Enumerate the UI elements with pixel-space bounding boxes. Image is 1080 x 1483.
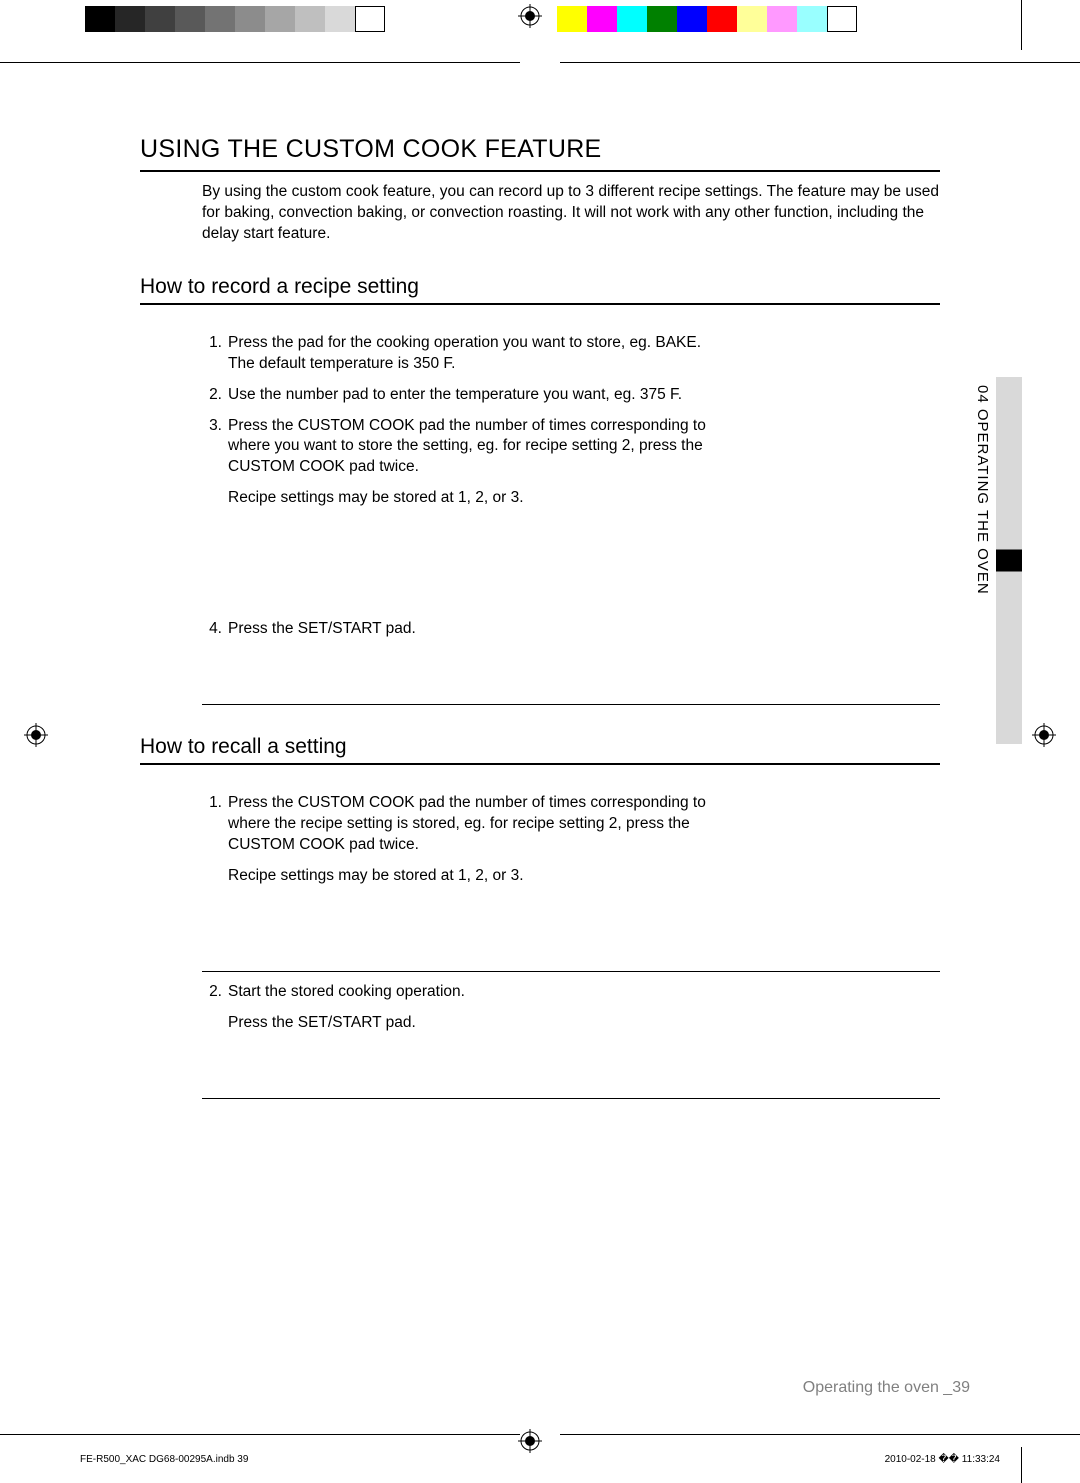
registration-mark-icon: [518, 1429, 542, 1459]
step-text: Press the pad for the cooking operation …: [228, 333, 708, 375]
section-tab-indicator: [996, 377, 1022, 744]
step-number: 2.: [202, 982, 228, 1003]
step-text: Use the number pad to enter the temperat…: [228, 385, 708, 406]
print-footer-left: FE-R500_XAC DG68-00295A.indb 39: [80, 1454, 248, 1465]
list-item: 4. Press the SET/START pad.: [202, 619, 940, 640]
registration-mark-icon: [1032, 723, 1056, 753]
print-footer-right: 2010-02-18 �� 11:33:24: [885, 1454, 1000, 1465]
crop-mark: [1021, 1447, 1022, 1483]
list-item: 3. Press the CUSTOM COOK pad the number …: [202, 416, 940, 479]
note-text: Recipe settings may be stored at 1, 2, o…: [228, 866, 940, 887]
color-calibration-left: [85, 6, 385, 32]
list-item: 1. Press the pad for the cooking operati…: [202, 333, 940, 375]
page-content: USING THE CUSTOM COOK FEATURE By using t…: [140, 135, 940, 1129]
list-item: 2. Start the stored cooking operation.: [202, 982, 940, 1003]
step-text: Press the CUSTOM COOK pad the number of …: [228, 793, 708, 856]
list-item: 2. Use the number pad to enter the tempe…: [202, 385, 940, 406]
main-heading: USING THE CUSTOM COOK FEATURE: [140, 135, 940, 172]
step-number: 1.: [202, 333, 228, 375]
section-record-body: 1. Press the pad for the cooking operati…: [202, 323, 940, 705]
step-number: 1.: [202, 793, 228, 856]
step-number: 3.: [202, 416, 228, 479]
color-calibration-right: [557, 6, 857, 32]
section-heading-record: How to record a recipe setting: [140, 275, 940, 305]
step-text: Press the SET/START pad.: [228, 619, 708, 640]
note-text: Recipe settings may be stored at 1, 2, o…: [228, 488, 940, 509]
step-number: 4.: [202, 619, 228, 640]
section-tab-label: 04 OPERATING THE OVEN: [974, 385, 991, 595]
section-recall-body: 1. Press the CUSTOM COOK pad the number …: [202, 783, 940, 1099]
crop-mark: [1021, 0, 1022, 50]
step-text: Press the CUSTOM COOK pad the number of …: [228, 416, 708, 479]
note-text: Press the SET/START pad.: [228, 1013, 940, 1034]
intro-paragraph: By using the custom cook feature, you ca…: [202, 182, 940, 245]
step-number: 2.: [202, 385, 228, 406]
list-item: 1. Press the CUSTOM COOK pad the number …: [202, 793, 940, 856]
section-heading-recall: How to recall a setting: [140, 735, 940, 765]
crop-line-top: [0, 62, 1080, 63]
registration-mark-icon: [518, 4, 542, 34]
page-footer: Operating the oven _39: [803, 1379, 970, 1397]
step-text: Start the stored cooking operation.: [228, 982, 708, 1003]
registration-mark-icon: [24, 723, 48, 753]
